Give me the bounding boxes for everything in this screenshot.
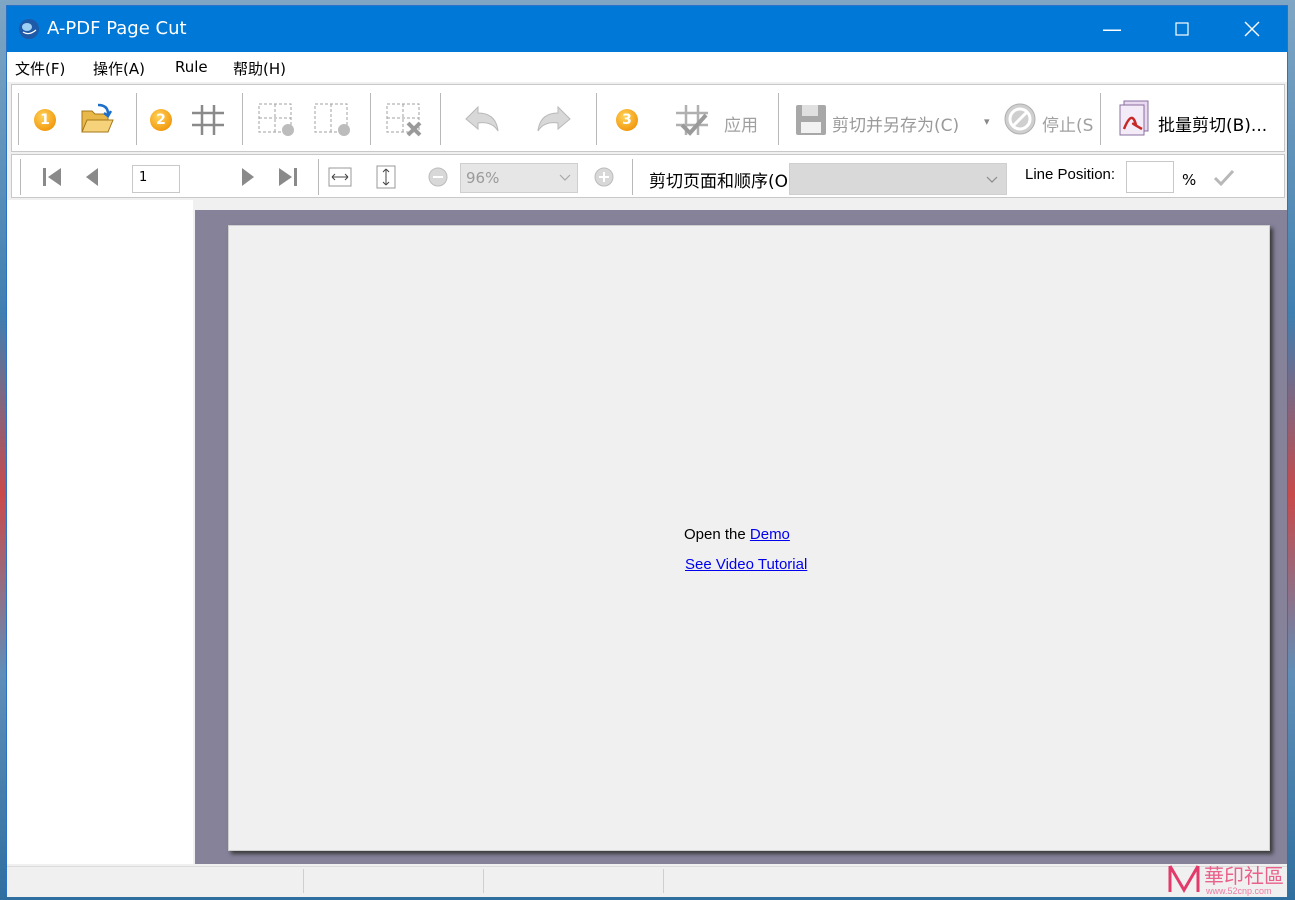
toolbar-grip [20,159,22,195]
fit-height-icon[interactable] [374,165,398,189]
zoom-out-icon[interactable] [426,165,450,189]
toolbar-grip [18,93,20,145]
add-horizontal-line-icon[interactable] [256,99,296,139]
cut-order-select[interactable] [789,163,1007,195]
globe-app-icon [19,19,39,39]
stop-icon[interactable] [1002,99,1042,139]
redo-icon[interactable] [534,99,574,139]
cut-save-as-button[interactable]: 剪切并另存为(C) [832,111,959,136]
first-page-icon[interactable] [40,165,64,189]
watermark-url: www.52cnp.com [1206,886,1272,896]
save-disk-icon[interactable] [792,99,832,139]
menu-file[interactable]: 文件(F) [15,58,65,79]
window-title: A-PDF Page Cut [47,18,187,39]
chevron-down-icon [559,174,571,181]
open-demo-row: Open the Demo [684,526,790,543]
watermark-emblem-icon [1168,865,1200,893]
dropdown-arrow-icon[interactable]: ▾ [984,115,990,128]
toolbar-separator [1100,93,1102,145]
undo-icon[interactable] [462,99,502,139]
maximize-button[interactable] [1147,6,1217,52]
zoom-in-icon[interactable] [592,165,616,189]
watermark-logo: 華印社區 www.52cnp.com [1162,860,1295,900]
minimize-button[interactable]: — [1077,6,1147,52]
thumbnail-panel[interactable] [7,200,193,864]
title-bar[interactable]: A-PDF Page Cut — [7,6,1287,52]
page-viewer[interactable]: Open the Demo See Video Tutorial [195,210,1287,864]
step-2-badge: 2 [150,109,172,131]
status-cell [7,869,304,893]
line-position-label: Line Position: [1025,166,1116,183]
menu-rule[interactable]: Rule [175,58,208,76]
toolbar-separator [596,93,598,145]
chevron-down-icon [986,176,998,183]
checkmark-icon[interactable] [1212,165,1236,189]
page-canvas[interactable]: Open the Demo See Video Tutorial [228,225,1270,851]
stop-button-label[interactable]: 停止(S [1042,111,1093,136]
app-window: A-PDF Page Cut — 文件(F) 操作(A) Rule 帮助(H) … [6,5,1288,897]
open-folder-icon[interactable] [76,99,116,139]
next-page-icon[interactable] [236,165,260,189]
zoom-select[interactable]: 96% [460,163,578,193]
main-toolbar: 1 2 3 应用 剪切并另存为(C) ▾ 停止(S 批量剪切(B)... [11,84,1285,152]
toolbar-separator [318,159,320,195]
toolbar-separator [440,93,442,145]
toolbar-separator [242,93,244,145]
video-tutorial-link[interactable]: See Video Tutorial [685,556,807,573]
fit-width-icon[interactable] [328,165,352,189]
percent-label: % [1182,171,1197,189]
cut-order-label: 剪切页面和顺序(O [649,172,789,192]
navigation-toolbar: 1 96% 剪切页面和顺序(O Line Position: % [11,154,1285,198]
page-number-input[interactable]: 1 [132,165,180,193]
apply-label[interactable]: 应用 [724,111,758,136]
batch-cut-button[interactable]: 批量剪切(B)... [1158,111,1267,136]
demo-link[interactable]: Demo [750,526,790,543]
menu-bar: 文件(F) 操作(A) Rule 帮助(H) [7,52,1287,82]
status-bar [7,866,1287,897]
grid-icon[interactable] [188,99,228,139]
menu-help[interactable]: 帮助(H) [233,58,286,79]
previous-page-icon[interactable] [80,165,104,189]
status-cell [485,869,664,893]
add-vertical-line-icon[interactable] [312,99,352,139]
toolbar-separator [778,93,780,145]
toolbar-separator [136,93,138,145]
line-position-input[interactable] [1126,161,1174,193]
status-cell [305,869,484,893]
delete-line-icon[interactable] [384,99,424,139]
step-3-badge: 3 [616,109,638,131]
step-1-badge: 1 [34,109,56,131]
toolbar-separator [370,93,372,145]
close-button[interactable] [1217,6,1287,52]
watermark-text: 華印社區 [1204,864,1284,888]
menu-operation[interactable]: 操作(A) [93,58,145,79]
open-demo-text: Open the [684,526,746,543]
last-page-icon[interactable] [276,165,300,189]
zoom-value: 96% [466,169,500,187]
batch-cut-pdf-icon[interactable] [1114,99,1154,139]
apply-grid-icon[interactable] [672,99,712,139]
toolbar-separator [632,159,634,195]
